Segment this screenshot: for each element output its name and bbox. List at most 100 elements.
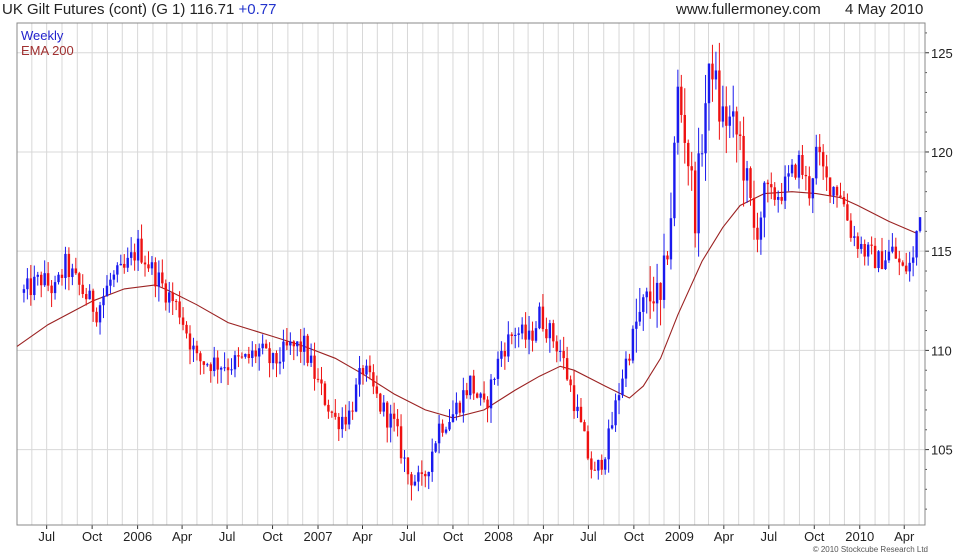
- candle-up: [33, 265, 36, 301]
- candle-up: [645, 287, 648, 314]
- candle-up: [233, 350, 237, 378]
- candle-up: [697, 127, 700, 257]
- candle-up: [261, 334, 264, 355]
- candle-up: [119, 254, 122, 266]
- candle-down: [372, 364, 375, 395]
- candle-down: [216, 350, 219, 384]
- candle-up: [534, 321, 538, 343]
- candle-down: [95, 307, 98, 327]
- candle-down: [264, 339, 268, 349]
- candle-up: [365, 359, 368, 382]
- candlestick-chart: 105 110 115 120 125 Jul Oct 2006 Apr Jul Oct 2007 Ap…: [16, 22, 953, 544]
- x-tick-label: Oct: [804, 529, 825, 544]
- candle-up: [451, 400, 455, 423]
- candle-down: [299, 328, 302, 363]
- candle-down: [846, 193, 849, 221]
- candle-down: [873, 237, 877, 269]
- candle-down: [801, 144, 804, 180]
- candle-down: [579, 397, 583, 423]
- x-tick-label: 2006: [123, 529, 152, 544]
- candle-down: [171, 282, 174, 316]
- candle-up: [732, 85, 735, 138]
- candle-down: [600, 454, 603, 475]
- candle-down: [808, 166, 811, 206]
- candle-up: [109, 272, 112, 294]
- candle-up: [102, 288, 105, 319]
- x-tick-label: Apr: [172, 529, 193, 544]
- candle-down: [458, 400, 462, 416]
- candle-down: [590, 451, 593, 479]
- candle-up: [57, 272, 60, 285]
- candle-down: [804, 165, 808, 191]
- y-tick-label: 110: [931, 343, 952, 358]
- candle-up: [911, 246, 915, 277]
- candle-down: [424, 470, 427, 488]
- x-tick-label: 2010: [845, 529, 874, 544]
- candle-down: [351, 401, 354, 420]
- candle-down: [738, 121, 742, 151]
- candle-up: [434, 440, 437, 453]
- candle-up: [918, 217, 922, 233]
- candle-up: [427, 471, 430, 490]
- candle-down: [531, 321, 534, 352]
- x-tick-label: Jul: [219, 529, 236, 544]
- candle-up: [884, 250, 887, 270]
- candle-down: [334, 399, 337, 420]
- candle-down: [562, 336, 565, 370]
- candle-up: [389, 404, 392, 443]
- candle-up: [704, 74, 707, 181]
- x-tick-label: Jul: [580, 529, 597, 544]
- candle-down: [863, 239, 866, 266]
- x-tick-label: Jul: [399, 529, 416, 544]
- candle-down: [399, 414, 403, 464]
- candle-up: [282, 329, 285, 369]
- x-tick-label: 2009: [665, 529, 694, 544]
- candle-down: [773, 182, 776, 206]
- candle-down: [316, 368, 320, 383]
- candle-down: [337, 413, 340, 442]
- candle-up: [673, 136, 676, 227]
- candle-down: [652, 276, 655, 312]
- candle-down: [524, 312, 527, 349]
- candle-up: [811, 177, 814, 214]
- candle-up: [489, 374, 493, 423]
- candle-up: [610, 411, 614, 430]
- candle-up: [617, 383, 621, 415]
- y-tick-label: 125: [931, 46, 953, 61]
- candle-down: [174, 299, 178, 311]
- candle-up: [53, 275, 57, 300]
- candle-down: [545, 317, 548, 343]
- candle-down: [306, 333, 309, 367]
- candle-down: [185, 321, 188, 339]
- y-tick-label: 115: [931, 244, 952, 259]
- candle-up: [219, 366, 223, 384]
- candle-up: [341, 407, 344, 438]
- candle-up: [382, 395, 385, 417]
- candle-down: [565, 346, 569, 382]
- candle-down: [849, 213, 853, 242]
- candle-up: [22, 284, 26, 303]
- candle-down: [742, 116, 745, 207]
- candle-up: [700, 134, 704, 167]
- candle-down: [725, 86, 728, 154]
- candle-down: [690, 151, 693, 191]
- candle-up: [257, 343, 261, 371]
- candle-down: [410, 471, 413, 501]
- x-tick-label: Jul: [760, 529, 777, 544]
- candle-up: [206, 362, 209, 367]
- candle-down: [628, 353, 631, 366]
- candle-down: [583, 419, 586, 432]
- legend-ema-200: EMA 200: [21, 43, 74, 58]
- candle-down: [472, 369, 475, 400]
- candle-up: [26, 268, 29, 300]
- candle-down: [40, 271, 43, 298]
- x-tick-label: Oct: [262, 529, 283, 544]
- candle-up: [745, 160, 749, 203]
- candle-down: [379, 392, 382, 415]
- candle-down: [894, 237, 898, 259]
- candle-down: [718, 42, 721, 140]
- copyright-footer: © 2010 Stockcube Research Ltd: [812, 545, 928, 554]
- candle-down: [687, 139, 690, 186]
- candle-down: [67, 247, 71, 291]
- candle-up: [278, 347, 282, 375]
